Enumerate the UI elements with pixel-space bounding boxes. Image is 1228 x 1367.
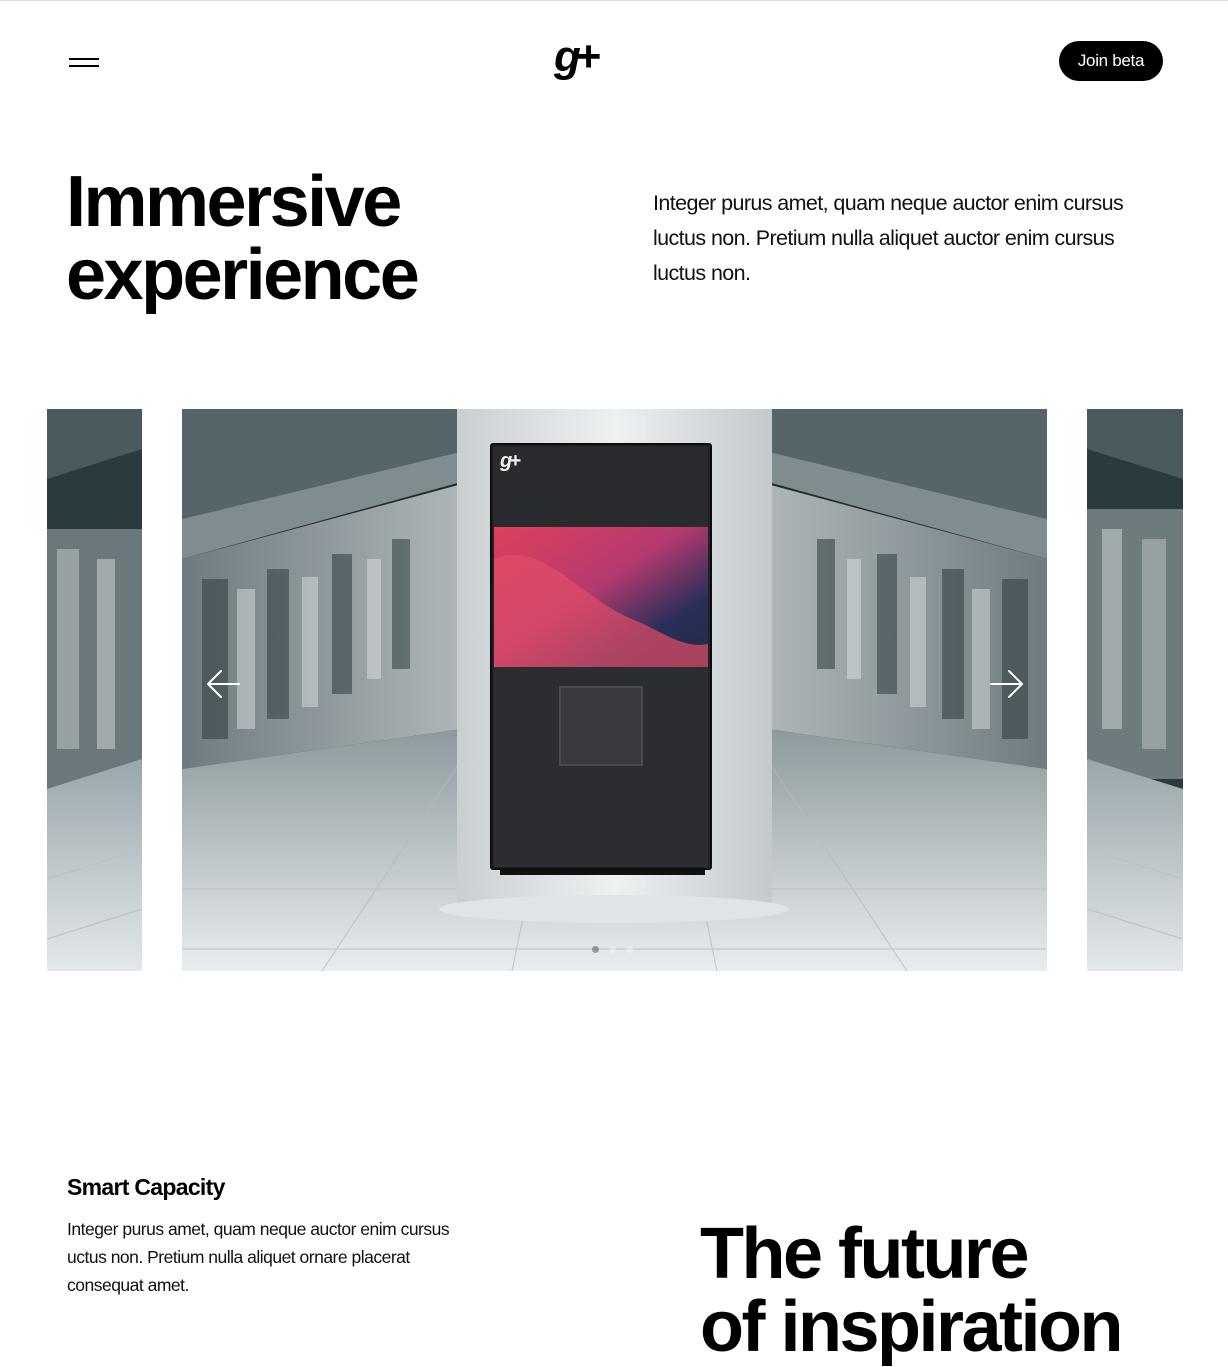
future-heading-line-1: The future xyxy=(700,1214,1029,1294)
hamburger-menu-icon[interactable] xyxy=(64,46,108,76)
image-carousel: g+ xyxy=(47,409,1183,971)
carousel-slide-active[interactable]: g+ xyxy=(182,409,1047,971)
logo-wordmark: g+ xyxy=(554,40,600,81)
svg-text:g+: g+ xyxy=(499,450,521,472)
g-plus-logo[interactable]: g+ xyxy=(554,40,608,82)
join-beta-button[interactable]: Join beta xyxy=(1059,41,1163,81)
carousel-dot-3[interactable] xyxy=(626,946,633,953)
carousel-pagination xyxy=(592,946,633,953)
carousel-dot-1[interactable] xyxy=(592,946,599,953)
site-header: g+ Join beta xyxy=(0,0,1228,122)
arrow-left-icon[interactable] xyxy=(201,662,245,706)
hero-description: Integer purus amet, quam neque auctor en… xyxy=(653,191,1124,285)
arrow-right-icon[interactable] xyxy=(985,662,1029,706)
carousel-slide-previous[interactable] xyxy=(47,409,142,971)
feature-description: Integer purus amet, quam neque auctor en… xyxy=(67,1219,450,1295)
carousel-slide-next[interactable] xyxy=(1087,409,1183,971)
hero-title-line-2: experience xyxy=(66,235,420,315)
carousel-dot-2[interactable] xyxy=(609,946,616,953)
hero-title-line-1: Immersive xyxy=(66,162,402,242)
future-heading: The future of inspiration xyxy=(700,1218,1220,1364)
future-heading-line-2: of inspiration xyxy=(700,1287,1123,1367)
hero-title: Immersive experience xyxy=(66,166,586,312)
feature-title: Smart Capacity xyxy=(67,1174,225,1200)
